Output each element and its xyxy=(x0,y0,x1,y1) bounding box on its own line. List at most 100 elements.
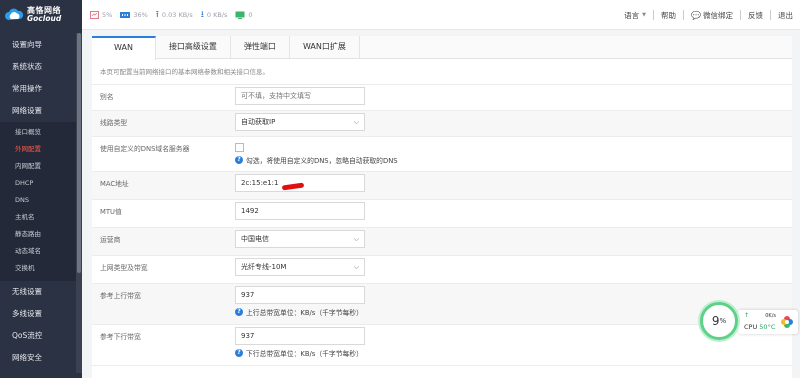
custom-dns-label: 使用自定义的DNS域名服务器 xyxy=(100,145,190,153)
alias-row: 别名 xyxy=(92,85,792,111)
monitor-icon xyxy=(235,11,245,19)
up-bandwidth-label: 参考上行带宽 xyxy=(100,292,141,300)
nav-setup-wizard[interactable]: 设置向导 xyxy=(0,34,82,56)
memory-value: 36% xyxy=(133,10,148,19)
uplink-type-value: 光纤专线-10M xyxy=(241,263,287,271)
custom-dns-hint: 勾选，将使用自定义的DNS，忽略自动获取的DNS xyxy=(246,157,398,165)
custom-dns-checkbox[interactable] xyxy=(235,143,244,152)
question-icon: ? xyxy=(235,349,243,357)
upload-icon: ⭱ xyxy=(155,9,159,20)
nav-interface-overview[interactable]: 接口概览 xyxy=(0,124,82,141)
tab-bar: WAN 接口高级设置 弹性端口 WAN口扩展 xyxy=(92,36,792,60)
sidebar-scrollbar[interactable] xyxy=(76,33,82,373)
line-type-row: 线路类型 自动获取IP ⌵ xyxy=(92,111,792,137)
tab-interface-advanced[interactable]: 接口高级设置 xyxy=(155,36,231,58)
language-label: 语言 xyxy=(624,10,640,20)
page-description: 本页可配置当前网络接口的基本网络参数和相关接口信息。 xyxy=(92,59,792,85)
down-bandwidth-label: 参考下行带宽 xyxy=(100,333,141,341)
wechat-label: 微信绑定 xyxy=(703,10,733,20)
upload-stat: ⭱ 0.03 KB/s xyxy=(156,7,193,23)
line-type-value: 自动获取IP xyxy=(241,118,276,126)
nav-qos[interactable]: QoS流控 xyxy=(0,325,82,347)
upload-value: 0.03 KB/s xyxy=(161,10,193,19)
memory-icon xyxy=(120,11,131,18)
nav-dhcp[interactable]: DHCP xyxy=(0,175,82,192)
logo: 高恪网络 Gocloud xyxy=(0,0,82,30)
uplink-type-row: 上网类型及带宽 光纤专线-10M ⌵ xyxy=(92,256,792,284)
mtu-row: MTU值 1492 xyxy=(92,200,792,228)
upload-arrow-icon: ↑ xyxy=(744,312,750,319)
question-icon: ? xyxy=(235,156,243,164)
nav-security[interactable]: 网络安全 xyxy=(0,347,82,369)
line-type-select[interactable]: 自动获取IP ⌵ xyxy=(235,113,365,131)
down-bandwidth-input[interactable]: 937 xyxy=(235,327,365,345)
cpu-monitor-widget[interactable]: ↑ 0K/s CPU 50°C 9% xyxy=(700,300,800,344)
mtu-label: MTU值 xyxy=(100,208,122,216)
accelerator-icon xyxy=(781,316,793,328)
wechat-icon: 💬 xyxy=(691,10,701,20)
up-bandwidth-row: 参考上行带宽 937 ? 上行总带宽单位：KB/s（千字节每秒） xyxy=(92,284,792,325)
isp-value: 中国电信 xyxy=(241,235,269,243)
cpu-value: 5% xyxy=(102,10,113,19)
cpu-temp: 50°C xyxy=(759,323,776,331)
cpu-stat: 5% xyxy=(90,10,113,19)
network-submenu: 接口概览 外网配置 内网配置 DHCP DNS 主机名 静态路由 动态域名 交换… xyxy=(0,122,82,281)
down-bandwidth-row: 参考下行带宽 937 ? 下行总带宽单位：KB/s（千字节每秒） xyxy=(92,325,792,366)
tab-wan-extension[interactable]: WAN口扩展 xyxy=(289,36,360,58)
nav-dns[interactable]: DNS xyxy=(0,192,82,209)
cloud-logo-icon xyxy=(5,8,24,20)
chevron-down-icon: ▼ xyxy=(642,12,647,18)
download-stat: ⭳ 0 KB/s xyxy=(201,7,228,23)
chevron-down-icon: ⌵ xyxy=(353,235,359,243)
mac-row: MAC地址 2c:15:e1:1 xyxy=(92,172,792,200)
cpu-info-card: ↑ 0K/s CPU 50°C xyxy=(738,310,798,334)
nav-lan-config[interactable]: 内网配置 xyxy=(0,158,82,175)
custom-dns-row: 使用自定义的DNS域名服务器 ? 勾选，将使用自定义的DNS，忽略自动获取的DNS xyxy=(92,137,792,172)
top-bar: 5% 36% ⭱ 0.03 KB/s ⭳ 0 KB/s 0 语言 ▼ 帮助 💬 微… xyxy=(82,0,800,30)
cpu-usage-ring: 9% xyxy=(700,302,738,340)
nav-multiline[interactable]: 多线设置 xyxy=(0,303,82,325)
terminal-value: 0 xyxy=(248,10,253,19)
help-link[interactable]: 帮助 xyxy=(654,10,683,21)
nav-switch[interactable]: 交换机 xyxy=(0,260,82,277)
alias-label: 别名 xyxy=(100,93,114,101)
mac-label: MAC地址 xyxy=(100,180,129,188)
isp-row: 运营商 中国电信 ⌵ xyxy=(92,228,792,256)
isp-select[interactable]: 中国电信 ⌵ xyxy=(235,230,365,248)
tab-elastic-port[interactable]: 弹性端口 xyxy=(230,36,290,58)
nav-hostname[interactable]: 主机名 xyxy=(0,209,82,226)
cpu-percent: 9 xyxy=(711,314,720,328)
nav-wireless[interactable]: 无线设置 xyxy=(0,281,82,303)
feedback-link[interactable]: 反馈 xyxy=(741,10,770,21)
main-panel: WAN 接口高级设置 弹性端口 WAN口扩展 本页可配置当前网络接口的基本网络参… xyxy=(92,36,792,378)
cpu-icon xyxy=(90,10,99,19)
cpu-percent-unit: % xyxy=(719,317,727,325)
nav-ddns[interactable]: 动态域名 xyxy=(0,243,82,260)
wechat-bind-link[interactable]: 💬 微信绑定 xyxy=(684,10,740,21)
scrollbar-thumb[interactable] xyxy=(77,33,81,273)
logout-link[interactable]: 退出 xyxy=(771,10,800,21)
terminal-stat: 0 xyxy=(235,10,253,19)
cpu-label: CPU xyxy=(744,323,758,331)
nav-network-settings[interactable]: 网络设置 xyxy=(0,100,82,122)
chevron-down-icon: ⌵ xyxy=(353,263,359,271)
question-icon: ? xyxy=(235,308,243,316)
isp-label: 运营商 xyxy=(100,236,121,244)
down-bandwidth-hint: 下行总带宽单位：KB/s（千字节每秒） xyxy=(246,350,363,358)
uplink-type-select[interactable]: 光纤专线-10M ⌵ xyxy=(235,258,365,276)
alias-input[interactable] xyxy=(235,87,365,105)
nav-system-status[interactable]: 系统状态 xyxy=(0,56,82,78)
line-type-label: 线路类型 xyxy=(100,119,128,127)
nav-static-route[interactable]: 静态路由 xyxy=(0,226,82,243)
nav-common-ops[interactable]: 常用操作 xyxy=(0,78,82,100)
up-bandwidth-hint: 上行总带宽单位：KB/s（千字节每秒） xyxy=(246,309,363,317)
speed-value: 0K/s xyxy=(765,313,776,319)
uplink-type-label: 上网类型及带宽 xyxy=(100,264,148,272)
language-menu[interactable]: 语言 ▼ xyxy=(617,10,653,21)
download-value: 0 KB/s xyxy=(206,10,228,19)
tab-wan[interactable]: WAN xyxy=(92,36,156,60)
nav-wan-config[interactable]: 外网配置 xyxy=(0,141,82,158)
mtu-input[interactable]: 1492 xyxy=(235,202,365,220)
up-bandwidth-input[interactable]: 937 xyxy=(235,286,365,304)
memory-stat: 36% xyxy=(120,10,148,19)
